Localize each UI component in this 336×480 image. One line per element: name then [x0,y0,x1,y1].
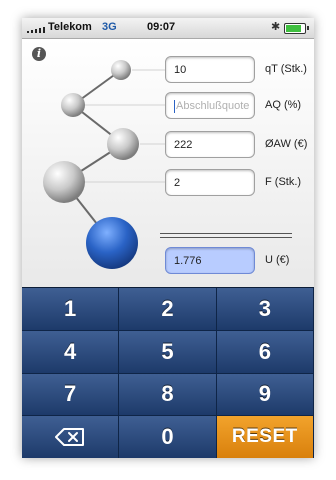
result-unit: U (€) [265,254,290,266]
key-6[interactable]: 6 [216,330,314,374]
number-keypad: 1 2 3 4 5 6 7 8 9 0 RESET [22,287,314,458]
carrier-name: Telekom [48,21,92,33]
clock: 09:07 [147,21,176,33]
bluetooth-icon: ✱ [271,21,281,33]
sum-divider [160,233,292,238]
key-2[interactable]: 2 [119,288,217,331]
qt-unit: qT (Stk.) [265,63,307,75]
sphere-aq [61,93,85,117]
signal-icon [27,25,45,33]
key-5[interactable]: 5 [119,330,217,374]
key-3[interactable]: 3 [216,288,314,331]
f-input[interactable]: 2 [165,169,255,196]
sphere-result [86,217,138,269]
aw-input[interactable]: 222 [165,131,255,158]
qt-input[interactable]: 10 [165,56,255,83]
aw-unit: ØAW (€) [265,138,308,150]
aq-unit: AQ (%) [265,99,302,111]
qt-value: 10 [174,64,187,76]
f-value: 2 [174,177,181,189]
calculator-panel: i 10 qT (Stk.) Abschlußquote AQ (%) 222 … [22,39,314,287]
sphere-aw [107,128,139,160]
key-0[interactable]: 0 [119,416,217,458]
reset-button[interactable]: RESET [216,416,314,458]
result-field: 1.776 [165,247,255,274]
key-8[interactable]: 8 [119,373,217,417]
key-1[interactable]: 1 [22,288,120,331]
phone-screen: Telekom 3G 09:07 ✱ i 10 qT (Stk.) Abschl… [22,18,314,458]
result-value: 1.776 [174,255,202,267]
info-icon[interactable]: i [32,47,46,61]
sphere-f [43,161,85,203]
key-4[interactable]: 4 [22,330,120,374]
backspace-button[interactable] [22,416,120,458]
backspace-icon [55,428,85,447]
f-unit: F (Stk.) [265,176,302,188]
key-9[interactable]: 9 [216,373,314,417]
network-type: 3G [102,21,117,33]
battery-icon [284,23,309,34]
aq-placeholder: Abschlußquote [176,100,250,112]
sphere-qt [111,60,131,80]
aw-value: 222 [174,139,193,151]
status-bar: Telekom 3G 09:07 ✱ [22,18,314,39]
key-7[interactable]: 7 [22,373,120,417]
text-cursor [174,99,175,113]
aq-input[interactable]: Abschlußquote [165,92,255,119]
